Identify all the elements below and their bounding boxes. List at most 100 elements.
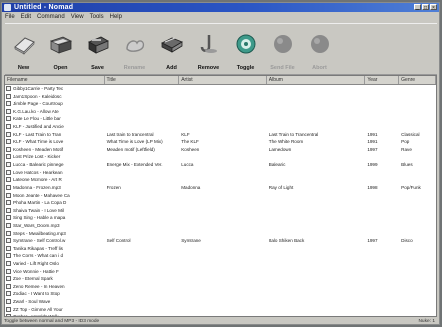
table-row[interactable]: Kate Le Flou - Little bar xyxy=(5,115,436,123)
menu-command[interactable]: Command xyxy=(37,13,65,22)
cell-genre xyxy=(399,290,436,298)
cell-filename-text: Zwarl - Soul Wave xyxy=(13,299,51,305)
table-row[interactable]: Sing Sing - Hable a mapa xyxy=(5,214,436,222)
cell-album xyxy=(267,252,366,260)
table-row[interactable]: Zoe - Eternal Spark xyxy=(5,275,436,283)
column-header-album[interactable]: Album xyxy=(267,76,366,84)
table-row[interactable]: Kosheen - Meaden Motif Meaden motif (Left… xyxy=(5,146,436,154)
cell-artist xyxy=(179,283,267,291)
table-row[interactable]: Love Hatcos - Hearkean xyxy=(5,169,436,177)
abort-button[interactable]: Abort xyxy=(301,24,338,74)
menu-edit[interactable]: Edit xyxy=(21,13,31,22)
cell-title xyxy=(105,313,180,316)
open-button[interactable]: Open xyxy=(42,24,79,74)
column-header-artist[interactable]: Artist xyxy=(179,76,267,84)
cell-title xyxy=(105,169,180,177)
cell-album xyxy=(267,85,366,93)
table-row[interactable]: Jam1Spoon - Kaleidosc xyxy=(5,93,436,101)
table-row[interactable]: Phoha Martin - La Copa D xyxy=(5,199,436,207)
close-button[interactable]: × xyxy=(430,4,437,11)
cell-genre-text: Pop xyxy=(401,139,410,145)
cell-filename: Star_Wars_Doom.mp3 xyxy=(5,222,105,230)
table-row[interactable]: Gibby1Carrie - Party Tec xyxy=(5,85,436,93)
menu-tools[interactable]: Tools xyxy=(90,13,104,22)
cell-filename-text: Love Hatcos - Hearkean xyxy=(13,169,63,175)
menu-view[interactable]: View xyxy=(71,13,84,22)
add-button[interactable]: Add xyxy=(153,24,190,74)
toggle-button[interactable]: Toggle xyxy=(227,24,264,74)
cell-genre xyxy=(399,268,436,276)
menu-help[interactable]: Help xyxy=(110,13,122,22)
column-header-genre[interactable]: Genre xyxy=(399,76,436,84)
table-row[interactable]: KLF - Last Train to Tran Last train to tr… xyxy=(5,131,436,139)
cell-artist xyxy=(179,115,267,123)
maximize-button[interactable]: □ xyxy=(422,4,429,11)
cell-genre xyxy=(399,108,436,116)
file-icon xyxy=(6,93,11,99)
table-row[interactable]: KLF - Justified and Ancie xyxy=(5,123,436,131)
cell-artist-text: Madonna xyxy=(181,184,201,190)
table-row[interactable]: Symtrane - Self Control.w Self Control Sym… xyxy=(5,237,436,245)
cell-genre-text: Pop/Funk xyxy=(401,184,421,190)
cell-artist xyxy=(179,199,267,207)
cell-album xyxy=(267,260,366,268)
cell-year xyxy=(365,230,399,238)
table-row[interactable]: Lost Prize Lost - Kicker xyxy=(5,153,436,161)
column-header-title[interactable]: Title xyxy=(105,76,180,84)
save-button[interactable]: Save xyxy=(79,24,116,74)
cell-year xyxy=(365,176,399,184)
table-body: Gibby1Carrie - Party Tec Jam1Spoon - Kale… xyxy=(5,85,436,316)
cell-title xyxy=(105,100,180,108)
cell-artist xyxy=(179,260,267,268)
cell-title: Last train to trancentral xyxy=(105,131,180,139)
cell-title xyxy=(105,268,180,276)
cell-album xyxy=(267,199,366,207)
table-row[interactable]: KLF - What Time is Love What Time is Love… xyxy=(5,138,436,146)
table-row[interactable]: Tanika Rikapas - Treff lis xyxy=(5,245,436,253)
table-row[interactable]: Shaiva Twain - I Love Mil xyxy=(5,207,436,215)
table-row[interactable]: Madonna - Frozen.mp3 Frozen Madonna Ray of … xyxy=(5,184,436,192)
table-row[interactable]: Zodiac - I Want to Stop xyxy=(5,290,436,298)
cell-filename: Gibby1Carrie - Party Tec xyxy=(5,85,105,93)
cell-album xyxy=(267,207,366,215)
file-icon xyxy=(6,314,11,316)
cell-album xyxy=(267,153,366,161)
cell-year xyxy=(365,260,399,268)
table-row[interactable]: Zypher - Harolds Walk xyxy=(5,313,436,316)
table-row[interactable]: ZZ Top - Gimme All Your xyxy=(5,306,436,314)
table-row[interactable]: Lucca - Balearic pinnege Energe Mix - Ext… xyxy=(5,161,436,169)
file-icon xyxy=(6,299,11,305)
table-row[interactable]: Steps - Mwailbeating.mp3 xyxy=(5,230,436,238)
file-icon xyxy=(6,184,11,190)
table-row[interactable]: Jimble Page - Courtroup xyxy=(5,100,436,108)
table-row[interactable]: Zeno Remee - In Heaven xyxy=(5,283,436,291)
table-row[interactable]: The Corrs - What can i d xyxy=(5,252,436,260)
cell-genre xyxy=(399,306,436,314)
remove-button[interactable]: Remove xyxy=(190,24,227,74)
column-header-year[interactable]: Year xyxy=(365,76,400,84)
cell-year xyxy=(365,306,399,314)
send-file-button[interactable]: Send File xyxy=(264,24,301,74)
cell-genre xyxy=(399,260,436,268)
table-row[interactable]: Moon Jeante - Mahavee Ca xyxy=(5,192,436,200)
cell-title xyxy=(105,93,180,101)
table-row[interactable]: Varied - Lift Right Oslo xyxy=(5,260,436,268)
table-row[interactable]: K.G.Lau.ko - Allow Ate xyxy=(5,108,436,116)
table-row[interactable]: Lateone Mcmore - Art R xyxy=(5,176,436,184)
table-header: Filename Title Artist Album Year Genre xyxy=(5,76,436,85)
cell-filename-text: KLF - Last Train to Tran xyxy=(13,131,62,137)
table-row[interactable]: Zwarl - Soul Wave xyxy=(5,298,436,306)
rename-button[interactable]: Rename xyxy=(116,24,153,74)
new-button[interactable]: New xyxy=(5,24,42,74)
cell-album xyxy=(267,214,366,222)
cell-filename: Kate Le Flou - Little bar xyxy=(5,115,105,123)
file-icon xyxy=(6,124,11,130)
cell-genre xyxy=(399,252,436,260)
menu-file[interactable]: File xyxy=(5,13,15,22)
cell-year xyxy=(365,192,399,200)
minimize-button[interactable]: _ xyxy=(414,4,421,11)
table-row[interactable]: Star_Wars_Doom.mp3 xyxy=(5,222,436,230)
column-header-filename[interactable]: Filename xyxy=(5,76,105,84)
cell-filename-text: Steps - Mwailbeating.mp3 xyxy=(13,230,66,236)
table-row[interactable]: Vice Wonnie - Hattie F xyxy=(5,268,436,276)
